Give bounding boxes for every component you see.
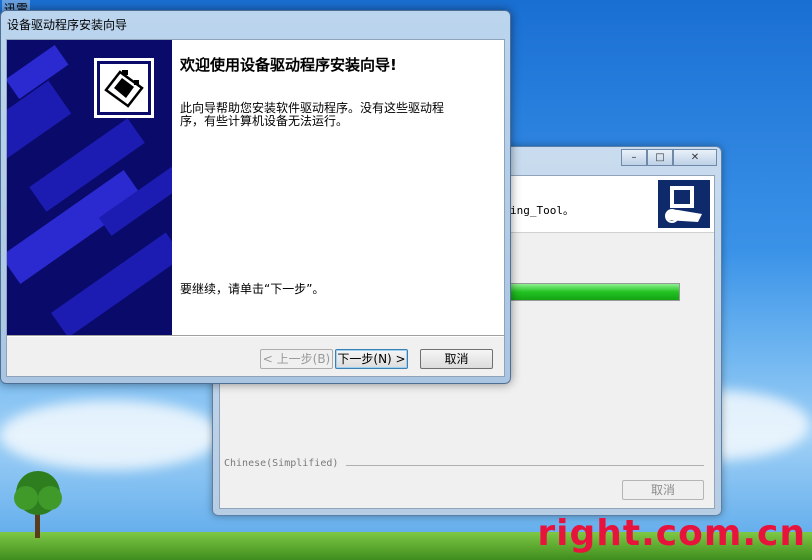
watermark: right.com.cn xyxy=(537,513,806,554)
description-text: 此向导帮助您安装软件驱动程序。没有这些驱动程序，有些计算机设备无法运行。 xyxy=(180,101,445,128)
cloud xyxy=(0,400,220,470)
cancel-button-disabled[interactable]: 取消 xyxy=(622,480,704,500)
device-driver-icon xyxy=(94,58,154,118)
language-label: Chinese(Simplified) xyxy=(224,458,339,469)
close-button[interactable]: ✕ xyxy=(673,149,717,166)
maximize-button[interactable]: □ xyxy=(647,149,673,166)
window-title: 设备驱动程序安装向导 xyxy=(7,18,128,32)
button-area-divider xyxy=(7,335,504,337)
progress-bar xyxy=(510,283,680,301)
installer-window-front: 设备驱动程序安装向导 欢迎使用设备驱动程序安装向导! 此向导帮助您安装软件驱动程… xyxy=(0,10,511,384)
wizard-side-art xyxy=(7,40,172,335)
divider xyxy=(346,465,704,466)
welcome-heading: 欢迎使用设备驱动程序安装向导! xyxy=(180,56,397,74)
window-controls: – □ ✕ xyxy=(621,149,717,166)
continue-text: 要继续，请单击“下一步”。 xyxy=(180,282,325,296)
tree-icon xyxy=(14,471,62,538)
minimize-button[interactable]: – xyxy=(621,149,647,166)
cancel-button[interactable]: 取消 xyxy=(420,349,493,369)
next-button[interactable]: 下一步(N) > xyxy=(335,349,408,369)
back-button[interactable]: < 上一步(B) xyxy=(260,349,333,369)
header-text: ing_Tool。 xyxy=(510,204,574,217)
installer-logo-icon xyxy=(658,180,710,228)
wizard-client: 欢迎使用设备驱动程序安装向导! 此向导帮助您安装软件驱动程序。没有这些驱动程序，… xyxy=(6,39,505,377)
wizard-main-panel: 欢迎使用设备驱动程序安装向导! 此向导帮助您安装软件驱动程序。没有这些驱动程序，… xyxy=(172,40,504,335)
